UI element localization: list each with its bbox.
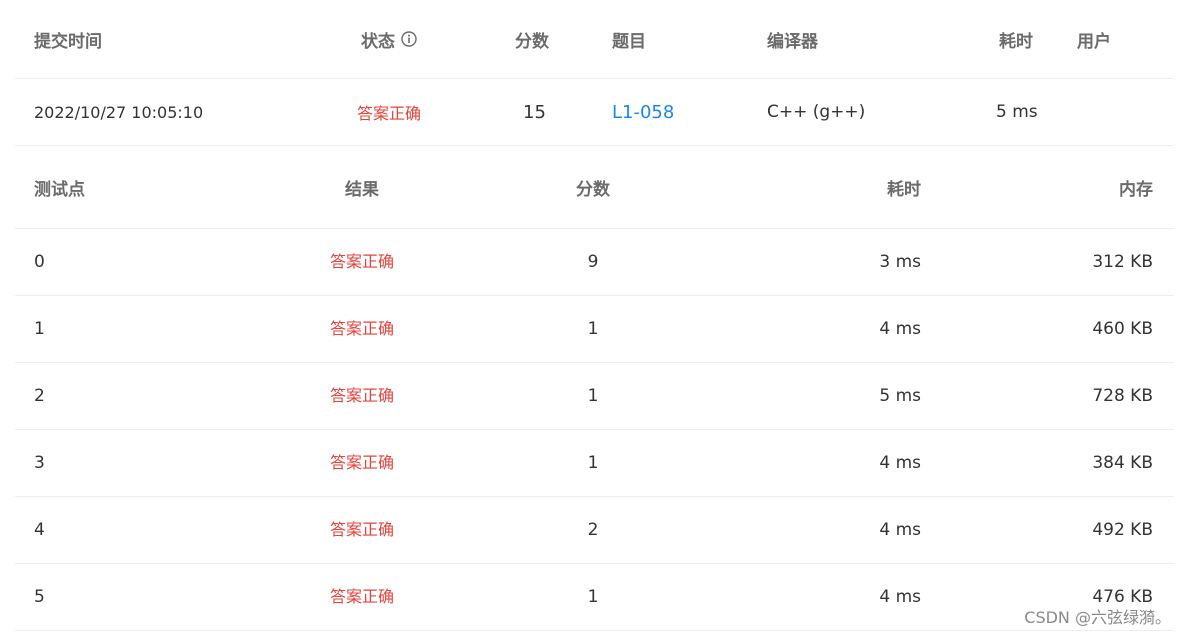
case-time: 5 ms — [879, 386, 921, 406]
case-result-badge: 答案正确 — [329, 319, 394, 338]
table-row: 5 答案正确 1 4 ms 476 KB — [15, 564, 1174, 631]
case-memory: 728 KB — [1092, 386, 1153, 406]
problem-header: 题目 — [612, 31, 646, 52]
score-value: 15 — [523, 101, 546, 123]
case-header: 测试点 — [34, 179, 85, 200]
case-result-badge: 答案正确 — [329, 587, 394, 606]
tc-time-header: 耗时 — [887, 179, 921, 200]
table-row: 1 答案正确 1 4 ms 460 KB — [15, 296, 1174, 363]
case-result-badge: 答案正确 — [329, 453, 394, 472]
status-header: 状态 — [361, 0, 417, 78]
score-header: 分数 — [515, 31, 549, 52]
status-header-label: 状态 — [361, 31, 395, 52]
time-header: 耗时 — [999, 31, 1033, 52]
case-number: 1 — [34, 319, 45, 339]
watermark: CSDN @六弦绿漪。 — [1024, 608, 1171, 627]
case-score: 1 — [587, 453, 599, 473]
submission-header-row: 提交时间 状态 分数 题目 编译器 耗时 用户 — [15, 0, 1174, 79]
case-time: 3 ms — [879, 252, 921, 272]
problem-link[interactable]: L1-058 — [612, 79, 674, 145]
table-row: 2 答案正确 1 5 ms 728 KB — [15, 363, 1174, 430]
case-time: 4 ms — [879, 520, 921, 540]
case-score: 2 — [587, 520, 599, 540]
case-number: 2 — [34, 386, 45, 406]
testcase-header-row: 测试点 结果 分数 耗时 内存 — [15, 146, 1174, 229]
case-score: 1 — [587, 319, 599, 339]
case-score: 1 — [587, 587, 599, 607]
case-number: 3 — [34, 453, 45, 473]
table-row: 0 答案正确 9 3 ms 312 KB — [15, 229, 1174, 296]
info-circle-icon[interactable] — [401, 31, 417, 47]
tc-score-header: 分数 — [576, 179, 610, 200]
submission-panel: 提交时间 状态 分数 题目 编译器 耗时 用户 2022/10/27 10:05… — [15, 0, 1174, 631]
memory-header: 内存 — [1119, 179, 1153, 200]
submission-row: 2022/10/27 10:05:10 答案正确 15 L1-058 C++ (… — [15, 79, 1174, 146]
result-header: 结果 — [345, 179, 379, 200]
case-memory: 460 KB — [1092, 319, 1153, 339]
case-number: 5 — [34, 587, 45, 607]
table-row: 3 答案正确 1 4 ms 384 KB — [15, 430, 1174, 497]
time-value: 5 ms — [996, 102, 1038, 122]
table-row: 4 答案正确 2 4 ms 492 KB — [15, 497, 1174, 564]
submit-time-header: 提交时间 — [34, 31, 102, 52]
case-time: 4 ms — [879, 319, 921, 339]
case-score: 1 — [587, 386, 599, 406]
case-time: 4 ms — [879, 587, 921, 607]
case-memory: 312 KB — [1092, 252, 1153, 272]
case-score: 9 — [587, 252, 599, 272]
compiler-header: 编译器 — [767, 31, 818, 52]
case-result-badge: 答案正确 — [329, 252, 394, 271]
case-result-badge: 答案正确 — [329, 520, 394, 539]
case-time: 4 ms — [879, 453, 921, 473]
submit-time-value: 2022/10/27 10:05:10 — [34, 102, 204, 122]
case-memory: 492 KB — [1092, 520, 1153, 540]
case-memory: 384 KB — [1092, 453, 1153, 473]
case-number: 4 — [34, 520, 45, 540]
user-header: 用户 — [1077, 31, 1111, 52]
testcase-list: 0 答案正确 9 3 ms 312 KB 1 答案正确 1 4 ms 460 K… — [15, 229, 1174, 631]
case-number: 0 — [34, 252, 45, 272]
compiler-value: C++ (g++) — [767, 102, 866, 122]
status-badge: 答案正确 — [357, 104, 422, 123]
case-result-badge: 答案正确 — [329, 386, 394, 405]
